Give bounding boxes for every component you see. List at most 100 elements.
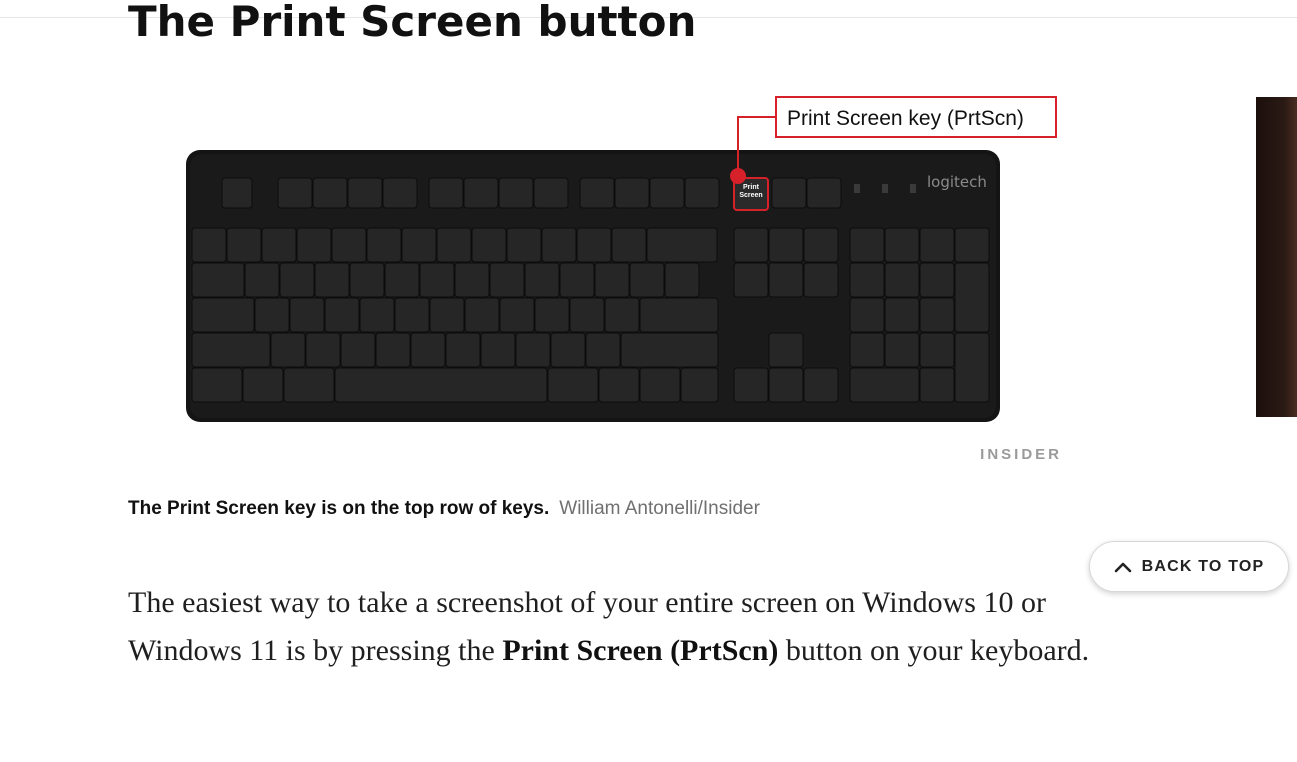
keycap — [919, 367, 955, 403]
keycap — [489, 262, 525, 298]
keycap — [324, 297, 360, 333]
keycap — [954, 227, 990, 263]
keycap — [366, 227, 402, 263]
caption-text: The Print Screen key is on the top row o… — [128, 498, 550, 519]
keycap — [533, 177, 569, 209]
keycap — [803, 227, 839, 263]
keycap — [375, 332, 411, 368]
logitech-logo: logitech — [927, 173, 987, 191]
keyboard-image: Print Screen Print Screen key (PrtScn) l… — [128, 88, 1074, 472]
keycap — [349, 262, 385, 298]
keycap — [639, 367, 681, 403]
keycap — [684, 177, 720, 209]
keycap — [534, 297, 570, 333]
keycap — [382, 177, 418, 209]
callout-dot — [730, 168, 746, 184]
keycap — [394, 297, 430, 333]
keycap — [919, 227, 955, 263]
keycap — [646, 227, 718, 263]
keycap — [919, 332, 955, 368]
keycap — [347, 177, 383, 209]
keycap — [334, 367, 548, 403]
keycap — [733, 227, 769, 263]
keycap — [771, 177, 807, 209]
keycap — [221, 177, 253, 209]
keycap — [803, 367, 839, 403]
keycap — [803, 262, 839, 298]
keycap — [384, 262, 420, 298]
keycap — [279, 262, 315, 298]
keycap — [620, 332, 719, 368]
keycap — [919, 262, 955, 298]
keycap — [410, 332, 446, 368]
body-text-after: button on your keyboard. — [778, 634, 1090, 667]
keycap — [305, 332, 341, 368]
keycap — [550, 332, 586, 368]
print-key-label-1: Print — [743, 184, 760, 191]
keycap — [436, 227, 472, 263]
keycap — [559, 262, 595, 298]
keycap — [261, 227, 297, 263]
keycap — [664, 262, 700, 298]
keycap — [296, 227, 332, 263]
keycap — [454, 262, 490, 298]
keycap — [244, 262, 280, 298]
indicator-light — [882, 184, 888, 193]
keycap — [954, 262, 990, 333]
indicator-light — [910, 184, 916, 193]
keycap — [849, 227, 885, 263]
keycap — [289, 297, 325, 333]
keycap — [768, 227, 804, 263]
body-text-bold: Print Screen (PrtScn) — [502, 634, 779, 667]
sidebar-video-thumbnail[interactable] — [1256, 97, 1297, 417]
keycap — [569, 297, 605, 333]
keycap — [849, 332, 885, 368]
keycap — [506, 227, 542, 263]
keycap — [283, 367, 335, 403]
keycap — [576, 227, 612, 263]
keycap — [277, 177, 313, 209]
keycap — [604, 297, 640, 333]
keycap — [312, 177, 348, 209]
keycap — [191, 367, 243, 403]
keycap — [849, 297, 885, 333]
keycap — [768, 332, 804, 368]
keycap — [585, 332, 621, 368]
keycap — [547, 367, 599, 403]
back-to-top-button[interactable]: BACK TO TOP — [1089, 541, 1289, 592]
keycap — [629, 262, 665, 298]
chevron-up-icon — [1114, 562, 1131, 572]
keycap — [401, 227, 437, 263]
keycap — [733, 262, 769, 298]
keycap — [191, 297, 255, 333]
keycap — [499, 297, 535, 333]
keycap — [270, 332, 306, 368]
keycap — [639, 297, 719, 333]
keycap — [541, 227, 577, 263]
keycap — [884, 262, 920, 298]
keycap — [849, 367, 920, 403]
keycap — [524, 262, 560, 298]
keycap — [226, 227, 262, 263]
keycap — [680, 367, 719, 403]
keycap — [463, 177, 499, 209]
keycap — [768, 262, 804, 298]
keycap — [954, 332, 990, 403]
body-paragraph: The easiest way to take a screenshot of … — [128, 579, 1118, 675]
keycap — [598, 367, 640, 403]
keycap — [768, 367, 804, 403]
keycap — [340, 332, 376, 368]
keycap — [849, 262, 885, 298]
keycap — [445, 332, 481, 368]
keycap — [359, 297, 395, 333]
keycap — [884, 227, 920, 263]
keycap — [419, 262, 455, 298]
insider-watermark: INSIDER — [980, 446, 1062, 463]
keycap — [515, 332, 551, 368]
keycap — [884, 297, 920, 333]
indicator-light — [854, 184, 860, 193]
keycap — [191, 332, 271, 368]
keycap — [806, 177, 842, 209]
callout-label: Print Screen key (PrtScn) — [787, 107, 1024, 130]
keycap — [429, 297, 465, 333]
